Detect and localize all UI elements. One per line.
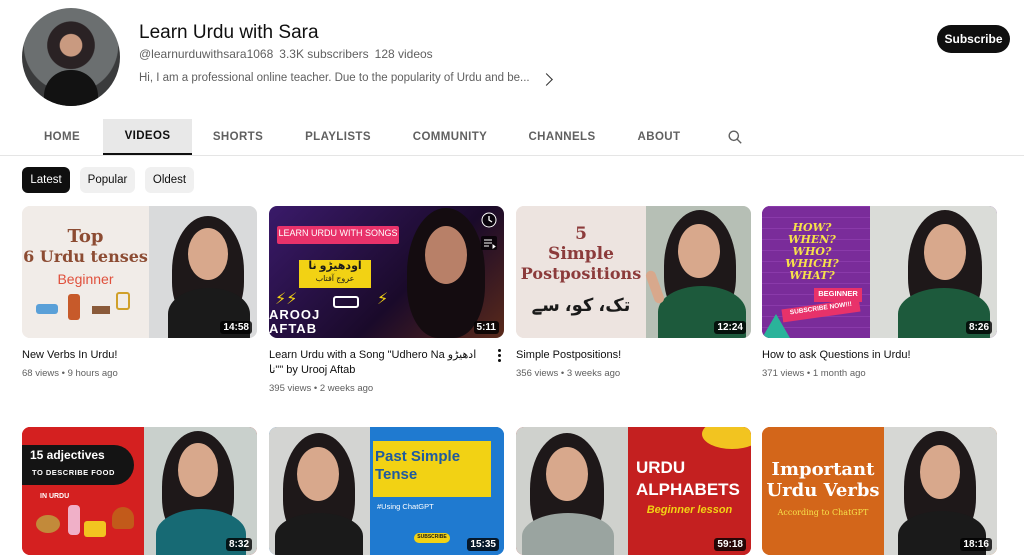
thumb-text: HOW? <box>792 221 832 234</box>
video-title[interactable]: New Verbs In Urdu! <box>22 348 242 363</box>
tab-playlists[interactable]: PLAYLISTS <box>290 119 386 155</box>
watch-later-icon[interactable] <box>481 212 497 228</box>
channel-avatar[interactable] <box>22 8 120 106</box>
tab-videos[interactable]: VIDEOS <box>103 119 192 155</box>
chip-oldest[interactable]: Oldest <box>145 167 194 193</box>
thumb-text: Beginner lesson <box>646 504 733 516</box>
thumb-text: WHICH? <box>785 257 839 270</box>
add-to-queue-icon[interactable] <box>481 236 497 250</box>
thumb-text: AFTAB <box>269 321 318 336</box>
video-meta: 395 views • 2 weeks ago <box>269 383 374 394</box>
thumb-text: According to ChatGPT <box>777 508 869 517</box>
channel-handle: @learnurduwithsara1068 <box>139 47 274 61</box>
thumb-text: 15 adjectives <box>30 448 105 462</box>
video-meta: 371 views • 1 month ago <box>762 368 866 379</box>
thumb-text: 6 Urdu tenses <box>23 247 148 266</box>
video-thumbnail[interactable]: URDU ALPHABETS Beginner lesson 59:18 <box>516 427 751 555</box>
thumb-text: Urdu Verbs <box>766 480 880 501</box>
thumb-text: 5 <box>575 224 587 244</box>
thumb-text: LEARN URDU WITH SONGS <box>278 228 398 238</box>
lightning-icon: ⚡ <box>377 291 389 308</box>
thumb-text: Past Simple <box>375 448 461 465</box>
video-title[interactable]: Learn Urdu with a Song "Udhero Na ادھیڑو… <box>269 348 489 378</box>
video-card[interactable]: URDU ALPHABETS Beginner lesson 59:18 <box>516 427 751 555</box>
video-duration: 15:35 <box>467 538 499 551</box>
thumb-text: Top <box>67 226 104 247</box>
video-duration: 8:32 <box>225 538 252 551</box>
thumb-text: Beginner <box>57 271 114 287</box>
video-count: 128 videos <box>374 47 433 61</box>
thumb-text: AROOJ <box>269 307 321 322</box>
thumb-text: BEGINNER <box>818 289 858 298</box>
thumb-text: SUBSCRIBE <box>417 534 447 540</box>
video-thumbnail[interactable]: Past Simple Tense #Using ChatGPT SUBSCRI… <box>269 427 504 555</box>
channel-description[interactable]: Hi, I am a professional online teacher. … <box>139 72 553 86</box>
video-duration: 14:58 <box>220 321 252 334</box>
video-thumbnail[interactable]: Top 6 Urdu tenses Beginner 14:58 <box>22 206 257 338</box>
tab-shorts[interactable]: SHORTS <box>192 119 284 155</box>
thumb-text: Simple <box>548 244 614 264</box>
channel-description-text: Hi, I am a professional online teacher. … <box>139 72 530 84</box>
thumb-text: URDU <box>636 458 686 477</box>
chevron-right-icon[interactable] <box>539 72 553 86</box>
tab-home[interactable]: HOME <box>22 119 102 155</box>
thumb-text: تک، کو، سے <box>531 295 631 315</box>
thumb-text: عروج آفتاب <box>315 274 355 283</box>
more-options-icon[interactable] <box>498 349 501 362</box>
video-card[interactable]: 5 Simple Postpositions تک، کو، سے 12:24 … <box>516 206 751 379</box>
video-duration: 8:26 <box>965 321 992 334</box>
thumb-text: WHEN? <box>788 233 836 246</box>
video-duration: 59:18 <box>714 538 746 551</box>
video-thumbnail[interactable]: 15 adjectives TO DESCRIBE FOOD IN URDU 8… <box>22 427 257 555</box>
video-thumbnail[interactable]: LEARN URDU WITH SONGS اودھیڑو نا عروج آف… <box>269 206 504 338</box>
video-card[interactable]: LEARN URDU WITH SONGS اودھیڑو نا عروج آف… <box>269 206 504 394</box>
video-thumbnail[interactable]: Important Urdu Verbs According to ChatGP… <box>762 427 997 555</box>
thumb-text: TO DESCRIBE FOOD <box>32 468 115 477</box>
video-duration: 18:16 <box>960 538 992 551</box>
subscribe-button[interactable]: Subscribe <box>937 25 1010 53</box>
thumb-text: Important <box>771 459 875 480</box>
subscriber-count: 3.3K subscribers <box>279 47 369 61</box>
tab-channels[interactable]: CHANNELS <box>516 119 608 155</box>
thumb-text: ALPHABETS <box>636 480 740 499</box>
video-meta: 356 views • 3 weeks ago <box>516 368 621 379</box>
tab-about[interactable]: ABOUT <box>623 119 695 155</box>
video-duration: 12:24 <box>714 321 746 334</box>
thumb-text: اودھیڑو نا <box>308 260 362 272</box>
video-card[interactable]: 15 adjectives TO DESCRIBE FOOD IN URDU 8… <box>22 427 257 555</box>
channel-name: Learn Urdu with Sara <box>139 22 319 43</box>
video-card[interactable]: Top 6 Urdu tenses Beginner 14:58 New Ver… <box>22 206 257 379</box>
thumb-text: WHAT? <box>789 269 835 282</box>
channel-tabs: HOME VIDEOS SHORTS PLAYLISTS COMMUNITY C… <box>0 119 1024 156</box>
video-thumbnail[interactable]: HOW? WHEN? WHO? WHICH? WHAT? BEGINNER SU… <box>762 206 997 338</box>
video-title[interactable]: How to ask Questions in Urdu! <box>762 348 982 363</box>
video-card[interactable]: HOW? WHEN? WHO? WHICH? WHAT? BEGINNER SU… <box>762 206 997 379</box>
thumb-text: Tense <box>375 466 418 483</box>
chip-popular[interactable]: Popular <box>80 167 135 193</box>
search-icon[interactable] <box>728 130 742 144</box>
video-card[interactable]: Past Simple Tense #Using ChatGPT SUBSCRI… <box>269 427 504 555</box>
video-meta: 68 views • 9 hours ago <box>22 368 118 379</box>
channel-meta: @learnurduwithsara1068 3.3K subscribers … <box>139 47 433 61</box>
video-duration: 5:11 <box>473 321 499 334</box>
chip-latest[interactable]: Latest <box>22 167 70 193</box>
video-thumbnail[interactable]: 5 Simple Postpositions تک، کو، سے 12:24 <box>516 206 751 338</box>
tab-community[interactable]: COMMUNITY <box>403 119 497 155</box>
thumb-text: IN URDU <box>40 493 70 500</box>
video-card[interactable]: Important Urdu Verbs According to ChatGP… <box>762 427 997 555</box>
video-title[interactable]: Simple Postpositions! <box>516 348 736 363</box>
thumb-text: WHO? <box>792 245 832 258</box>
thumb-text: Postpositions <box>520 264 642 283</box>
thumb-text: #Using ChatGPT <box>377 502 434 511</box>
